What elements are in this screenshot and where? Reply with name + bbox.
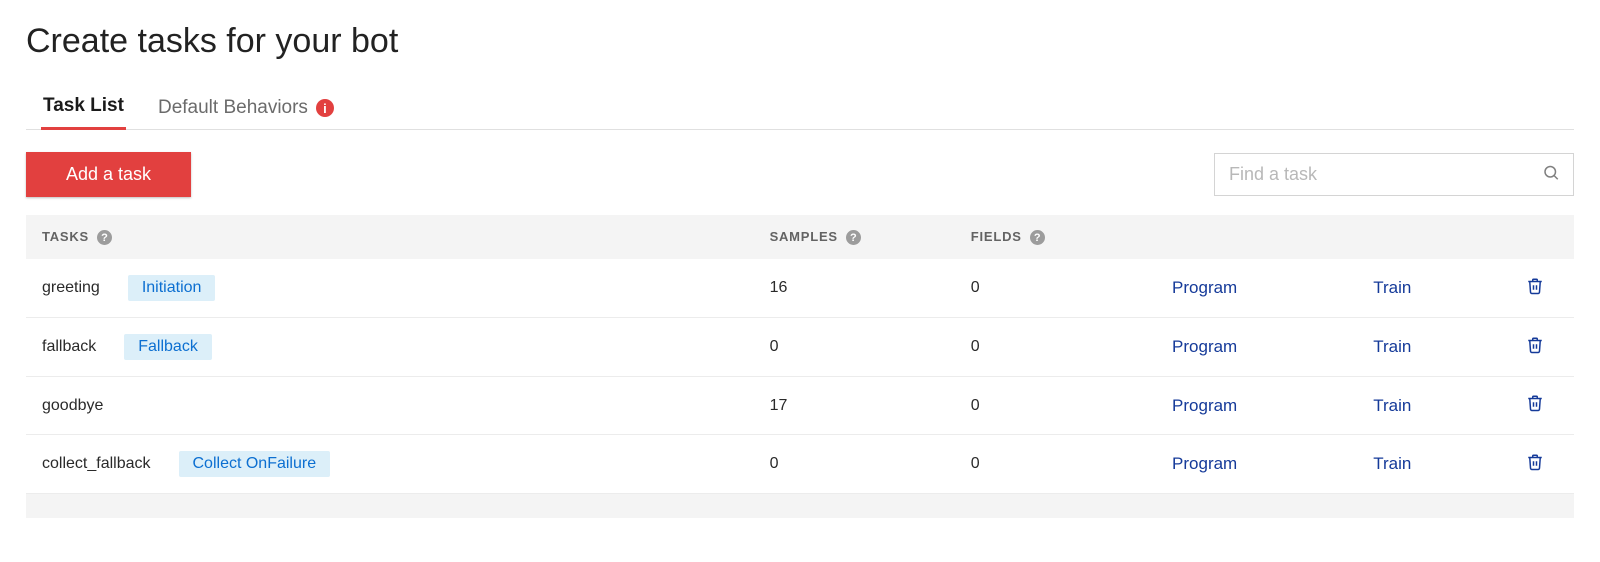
- column-header-fields-label: Fields: [971, 229, 1022, 244]
- program-link[interactable]: Program: [1172, 337, 1237, 356]
- train-link[interactable]: Train: [1373, 396, 1411, 415]
- task-name[interactable]: collect_fallback: [42, 455, 151, 473]
- table-footer: [26, 494, 1574, 519]
- column-header-fields: Fields ?: [955, 215, 1156, 259]
- program-link[interactable]: Program: [1172, 454, 1237, 473]
- task-fields: 0: [955, 259, 1156, 318]
- column-header-samples-label: Samples: [770, 229, 838, 244]
- task-tag: Fallback: [124, 334, 212, 360]
- column-header-tasks-label: Tasks: [42, 229, 89, 244]
- help-icon[interactable]: ?: [1030, 230, 1045, 245]
- add-task-button[interactable]: Add a task: [26, 152, 191, 197]
- task-name[interactable]: greeting: [42, 279, 100, 297]
- task-name[interactable]: fallback: [42, 338, 96, 356]
- task-samples: 17: [754, 377, 955, 435]
- task-fields: 0: [955, 377, 1156, 435]
- trash-icon[interactable]: [1526, 452, 1544, 472]
- task-tag: Collect OnFailure: [179, 451, 331, 477]
- tab-strip: Task List Default Behaviors i: [26, 89, 1574, 130]
- info-icon: i: [316, 99, 334, 117]
- task-name[interactable]: goodbye: [42, 397, 103, 415]
- tab-default-behaviors-label: Default Behaviors: [158, 97, 308, 119]
- task-samples: 16: [754, 259, 955, 318]
- search-icon: [1542, 163, 1560, 186]
- task-samples: 0: [754, 435, 955, 494]
- help-icon[interactable]: ?: [846, 230, 861, 245]
- table-row: greeting Initiation 16 0 Program Train: [26, 259, 1574, 318]
- task-fields: 0: [955, 435, 1156, 494]
- toolbar: Add a task: [26, 152, 1574, 197]
- trash-icon[interactable]: [1526, 276, 1544, 296]
- task-samples: 0: [754, 318, 955, 377]
- search-wrap: [1214, 153, 1574, 196]
- program-link[interactable]: Program: [1172, 278, 1237, 297]
- table-row: collect_fallback Collect OnFailure 0 0 P…: [26, 435, 1574, 494]
- tasks-table: Tasks ? Samples ? Fields ? greeting Init…: [26, 215, 1574, 518]
- task-tag: Initiation: [128, 275, 216, 301]
- task-fields: 0: [955, 318, 1156, 377]
- search-input[interactable]: [1214, 153, 1574, 196]
- table-row: fallback Fallback 0 0 Program Train: [26, 318, 1574, 377]
- tab-task-list[interactable]: Task List: [41, 89, 126, 130]
- trash-icon[interactable]: [1526, 335, 1544, 355]
- trash-icon[interactable]: [1526, 393, 1544, 413]
- program-link[interactable]: Program: [1172, 396, 1237, 415]
- tab-default-behaviors[interactable]: Default Behaviors i: [156, 91, 336, 129]
- page-title: Create tasks for your bot: [26, 22, 1574, 61]
- help-icon[interactable]: ?: [97, 230, 112, 245]
- train-link[interactable]: Train: [1373, 454, 1411, 473]
- train-link[interactable]: Train: [1373, 337, 1411, 356]
- table-row: goodbye 17 0 Program Train: [26, 377, 1574, 435]
- column-header-tasks: Tasks ?: [26, 215, 754, 259]
- train-link[interactable]: Train: [1373, 278, 1411, 297]
- column-header-samples: Samples ?: [754, 215, 955, 259]
